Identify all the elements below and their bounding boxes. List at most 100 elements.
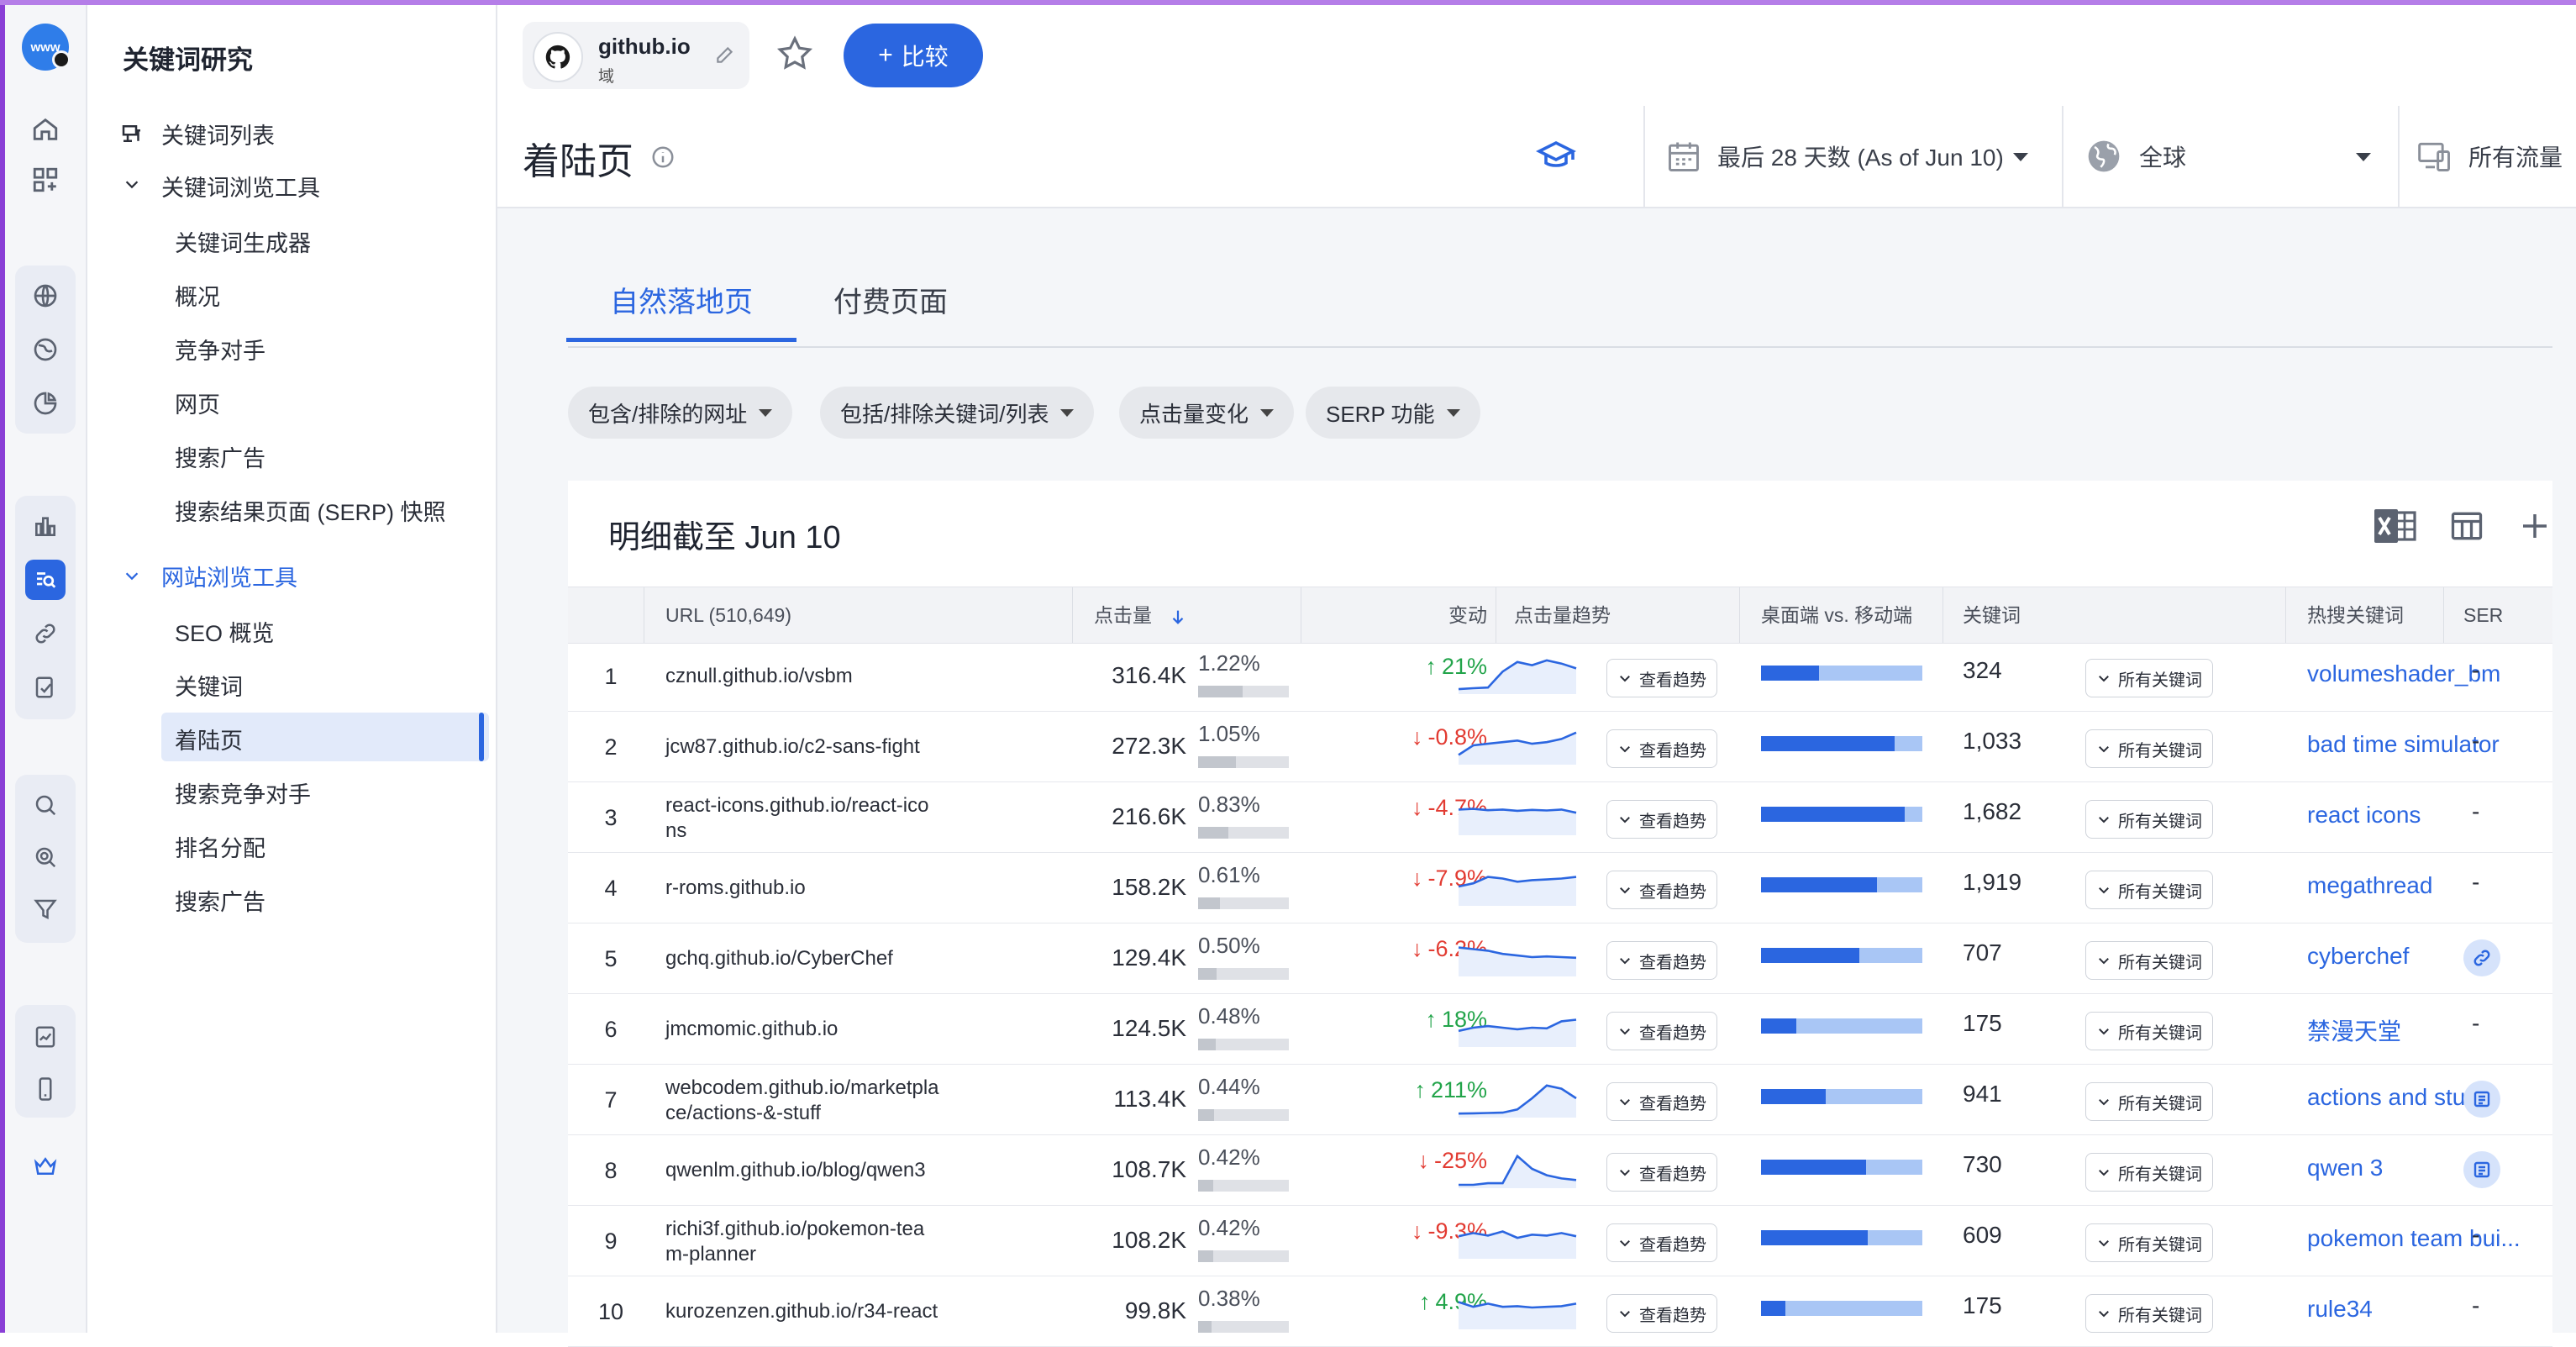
nav-item-keyword-list[interactable]: 关键词列表	[161, 118, 275, 150]
traffic-selector[interactable]: 所有流量	[2416, 106, 2576, 207]
list-icon[interactable]	[2463, 1151, 2500, 1188]
view-trend-button[interactable]: 查看趋势	[1606, 1223, 1717, 1262]
date-range-selector[interactable]: 最后 28 天数 (As of Jun 10)	[1665, 106, 2052, 207]
col-serp[interactable]: SER	[2463, 587, 2503, 643]
row-url[interactable]: react-icons.github.io/react-ico ns	[665, 793, 928, 844]
apps-add-icon[interactable]	[25, 160, 66, 200]
excel-export-icon[interactable]	[2373, 506, 2416, 546]
row-url[interactable]: r-roms.github.io	[665, 876, 806, 901]
nav-item-seo-overview[interactable]: SEO 概览	[175, 615, 275, 648]
compare-button[interactable]: + 比较	[844, 24, 983, 87]
chevron-down-icon[interactable]	[123, 566, 141, 585]
chevron-down-icon	[2099, 676, 2109, 682]
view-trend-button[interactable]: 查看趋势	[1606, 1012, 1717, 1050]
info-icon[interactable]	[650, 145, 676, 170]
nav-item-search-ads[interactable]: 搜索广告	[175, 440, 265, 473]
nav-item-search-competitors[interactable]: 搜索竞争对手	[175, 776, 311, 809]
all-keywords-button[interactable]: 所有关键词	[2085, 941, 2213, 980]
nav-item-keywords[interactable]: 关键词	[175, 669, 243, 702]
pie-chart-icon[interactable]	[25, 383, 66, 424]
row-url[interactable]: richi3f.github.io/pokemon-tea m-planner	[665, 1217, 924, 1267]
all-keywords-button[interactable]: 所有关键词	[2085, 1223, 2213, 1262]
all-keywords-button[interactable]: 所有关键词	[2085, 1153, 2213, 1192]
audit-icon[interactable]	[25, 667, 66, 708]
tab-paid-pages[interactable]: 付费页面	[833, 267, 948, 340]
filter-url[interactable]: 包含/排除的网址	[568, 387, 793, 439]
domain-selector[interactable]: github.io 域	[523, 22, 749, 89]
all-keywords-button[interactable]: 所有关键词	[2085, 871, 2213, 909]
view-trend-button[interactable]: 查看趋势	[1606, 1153, 1717, 1192]
view-trend-button[interactable]: 查看趋势	[1606, 1294, 1717, 1333]
row-url[interactable]: cznull.github.io/vsbm	[665, 664, 853, 689]
row-top-keyword[interactable]: cyberchef	[2307, 943, 2409, 970]
row-url[interactable]: kurozenzen.github.io/r34-react	[665, 1299, 938, 1324]
all-keywords-button[interactable]: 所有关键词	[2085, 729, 2213, 768]
nav-item-site-search-ads[interactable]: 搜索广告	[175, 884, 265, 917]
all-keywords-button[interactable]: 所有关键词	[2085, 1082, 2213, 1121]
nav-section-site-explorer[interactable]: 网站浏览工具	[161, 560, 297, 592]
view-trend-button[interactable]: 查看趋势	[1606, 941, 1717, 980]
region-selector[interactable]: 全球	[2085, 106, 2388, 207]
view-trend-button[interactable]: 查看趋势	[1606, 871, 1717, 909]
nav-item-landing-pages[interactable]: 着陆页	[175, 723, 243, 755]
row-url[interactable]: webcodem.github.io/marketpla ce/actions-&…	[665, 1076, 939, 1126]
mobile-icon[interactable]	[25, 1069, 66, 1109]
row-top-keyword[interactable]: bad time simulator	[2307, 731, 2500, 758]
col-url[interactable]: URL (510,649)	[665, 587, 791, 643]
search-refresh-icon[interactable]	[25, 785, 66, 825]
link-icon[interactable]	[25, 613, 66, 654]
all-keywords-button[interactable]: 所有关键词	[2085, 659, 2213, 697]
nav-item-rank-distribution[interactable]: 排名分配	[175, 830, 265, 863]
report-chart-icon[interactable]	[25, 1017, 66, 1057]
view-trend-button[interactable]: 查看趋势	[1606, 729, 1717, 768]
list-icon[interactable]	[2463, 1081, 2500, 1118]
col-keywords[interactable]: 关键词	[1963, 587, 2021, 643]
col-clicks[interactable]: 点击量	[1094, 587, 1187, 643]
row-url[interactable]: gchq.github.io/CyberChef	[665, 946, 893, 971]
row-top-keyword[interactable]: 禁漫天堂	[2307, 1013, 2401, 1047]
row-top-keyword[interactable]: actions and stuff	[2307, 1084, 2478, 1111]
filter-serp-features[interactable]: SERP 功能	[1306, 387, 1480, 439]
all-keywords-button[interactable]: 所有关键词	[2085, 1012, 2213, 1050]
globe-icon[interactable]	[25, 276, 66, 316]
crown-icon[interactable]	[25, 1146, 66, 1187]
view-trend-button[interactable]: 查看趋势	[1606, 659, 1717, 697]
row-top-keyword[interactable]: pokemon team bui...	[2307, 1225, 2521, 1252]
link-icon[interactable]	[2463, 939, 2500, 976]
chevron-down-icon[interactable]	[123, 175, 141, 193]
keyword-search-icon[interactable]	[25, 560, 66, 600]
row-top-keyword[interactable]: megathread	[2307, 872, 2432, 899]
home-icon[interactable]	[25, 109, 66, 150]
star-icon[interactable]	[775, 34, 815, 74]
col-change[interactable]: 变动	[1321, 587, 1487, 643]
view-trend-button[interactable]: 查看趋势	[1606, 800, 1717, 839]
row-top-keyword[interactable]: react icons	[2307, 802, 2421, 829]
nav-item-keyword-generator[interactable]: 关键词生成器	[175, 225, 311, 258]
add-column-icon[interactable]	[2517, 508, 2552, 544]
filter-keywords[interactable]: 包括/排除关键词/列表	[820, 387, 1095, 439]
nav-item-overview[interactable]: 概况	[175, 279, 220, 312]
graduation-cap-icon[interactable]	[1536, 136, 1576, 176]
search-target-icon[interactable]	[25, 837, 66, 877]
bar-chart-icon[interactable]	[25, 506, 66, 546]
filter-click-change[interactable]: 点击量变化	[1119, 387, 1295, 439]
row-top-keyword[interactable]: qwen 3	[2307, 1155, 2383, 1181]
row-url[interactable]: jmcmomic.github.io	[665, 1017, 838, 1042]
all-keywords-button[interactable]: 所有关键词	[2085, 800, 2213, 839]
row-url[interactable]: qwenlm.github.io/blog/qwen3	[665, 1158, 926, 1183]
nav-item-competitors[interactable]: 竞争对手	[175, 333, 265, 366]
row-url[interactable]: jcw87.github.io/c2-sans-fight	[665, 734, 920, 760]
sort-arrow-down-icon[interactable]	[1169, 608, 1187, 626]
filter-funnel-icon[interactable]	[25, 889, 66, 929]
nav-section-keyword-explorer[interactable]: 关键词浏览工具	[161, 170, 320, 203]
world-traffic-icon[interactable]	[25, 329, 66, 370]
row-top-keyword[interactable]: rule34	[2307, 1296, 2373, 1323]
tab-organic-pages[interactable]: 自然落地页	[566, 267, 796, 342]
workspace-logo[interactable]: www	[22, 24, 71, 71]
view-trend-button[interactable]: 查看趋势	[1606, 1082, 1717, 1121]
nav-item-serp-snapshot[interactable]: 搜索结果页面 (SERP) 快照	[175, 494, 446, 527]
all-keywords-button[interactable]: 所有关键词	[2085, 1294, 2213, 1333]
columns-icon[interactable]	[2448, 508, 2485, 545]
pencil-icon[interactable]	[714, 44, 736, 66]
nav-item-pages[interactable]: 网页	[175, 387, 220, 419]
